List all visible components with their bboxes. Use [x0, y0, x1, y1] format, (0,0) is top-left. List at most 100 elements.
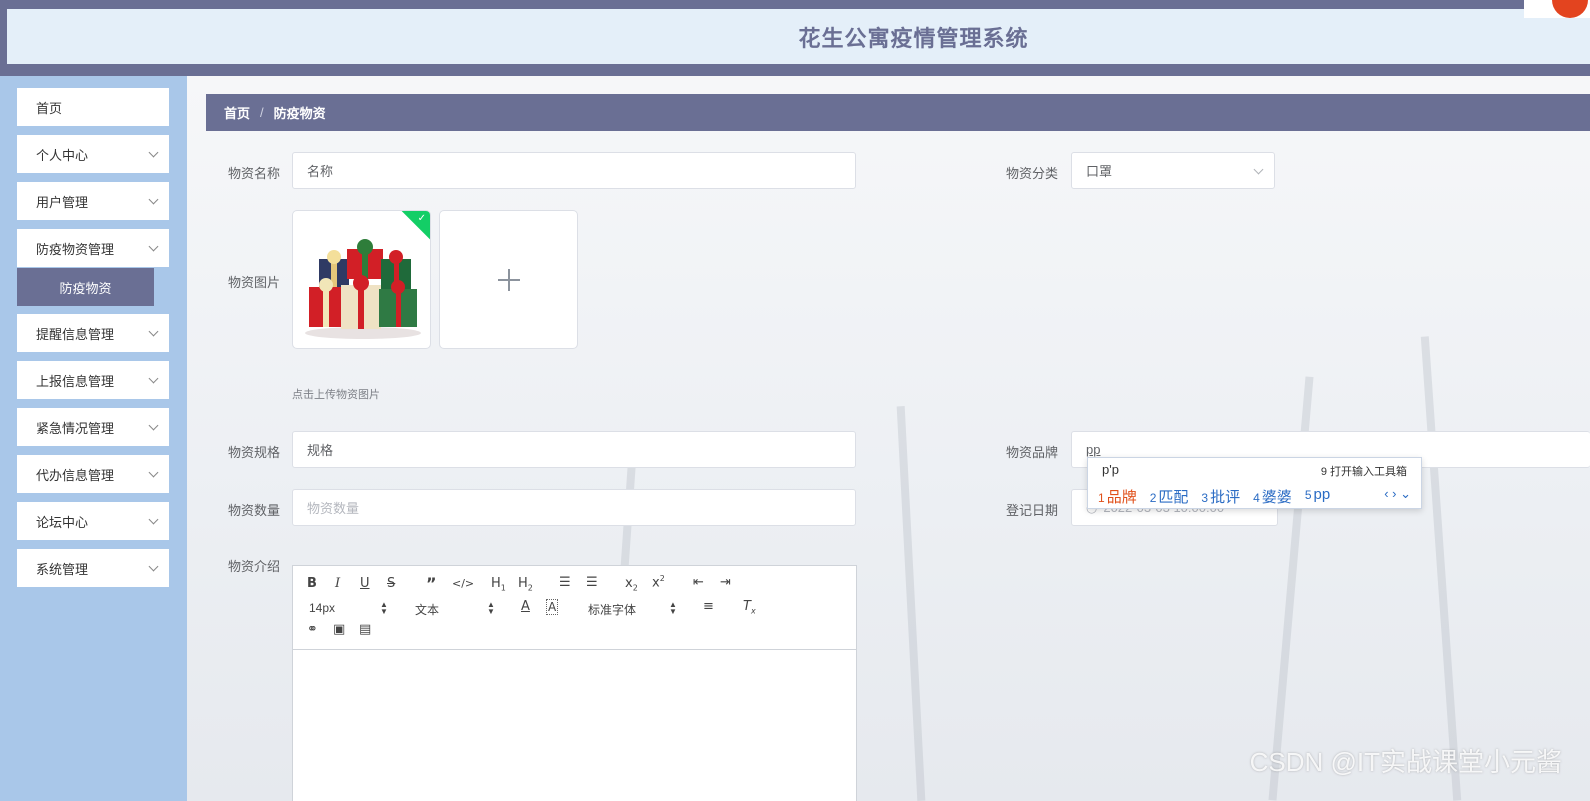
background-decoration — [1420, 336, 1462, 801]
chevron-down-icon — [148, 194, 159, 205]
chevron-down-icon — [148, 420, 159, 431]
brand-label: 物资品牌 — [1006, 445, 1059, 460]
background-decoration — [896, 406, 926, 801]
sidebar-item-label: 防疫物资管理 — [36, 241, 115, 257]
strike-icon[interactable]: S — [387, 576, 395, 591]
sidebar-item-user-management[interactable]: 用户管理 — [17, 182, 169, 220]
check-icon: ✓ — [417, 213, 426, 224]
sidebar-item-label: 紧急情况管理 — [36, 420, 115, 436]
indent-icon[interactable]: ⇥ — [720, 575, 731, 590]
chevron-down-icon — [148, 147, 159, 158]
h2-icon[interactable]: H2 — [518, 576, 533, 593]
updown-icon: ▲ ▼ — [487, 600, 495, 616]
chevron-down-icon — [1253, 164, 1264, 175]
watermark: CSDN @IT实战课堂小元酱 — [1249, 747, 1562, 777]
name-input[interactable]: 名称 — [292, 152, 856, 189]
name-label: 物资名称 — [228, 166, 281, 181]
breadcrumb-home[interactable]: 首页 — [224, 103, 250, 122]
ime-candidate[interactable]: 2 匹配 — [1150, 486, 1189, 507]
quantity-label: 物资数量 — [228, 503, 281, 518]
code-icon[interactable]: </> — [452, 577, 474, 590]
font-family-select[interactable]: 标准字体 — [588, 601, 636, 618]
uploaded-image-card[interactable]: ✓ — [292, 210, 431, 349]
chevron-down-icon — [148, 561, 159, 572]
ime-candidate[interactable]: 5 pp — [1305, 486, 1330, 507]
bold-icon[interactable]: B — [307, 576, 317, 591]
chevron-down-icon — [148, 514, 159, 525]
avatar-area[interactable] — [1524, 0, 1590, 18]
breadcrumb-separator: / — [260, 105, 264, 120]
gift-image — [305, 239, 421, 339]
ime-candidate-window: p'p 9 打开输入工具箱 1 品牌 2 匹配 3 批评 4 婆婆 5 pp ‹ › ⌄ — [1087, 457, 1422, 509]
ime-page-nav-icon[interactable]: ‹ › ⌄ — [1384, 486, 1411, 502]
chevron-down-icon — [148, 326, 159, 337]
outdent-icon[interactable]: ⇤ — [693, 575, 704, 590]
sidebar-item-label: 首页 — [36, 100, 63, 116]
sidebar-item-label: 论坛中心 — [36, 514, 89, 530]
sidebar-item-emergency-management[interactable]: 紧急情况管理 — [17, 408, 169, 446]
sidebar-item-system-management[interactable]: 系统管理 — [17, 549, 169, 587]
quantity-input[interactable]: 物资数量 — [292, 489, 856, 526]
background-color-icon[interactable]: A — [546, 599, 559, 615]
quote-icon[interactable]: ” — [426, 574, 437, 593]
sidebar-item-label: 代办信息管理 — [36, 467, 115, 483]
subscript-icon[interactable]: x2 — [625, 576, 638, 593]
sidebar-item-label: 系统管理 — [36, 561, 89, 577]
sidebar-item-report-management[interactable]: 上报信息管理 — [17, 361, 169, 399]
rich-text-editor[interactable]: B I U S ” </> H1 H2 ☰ ☰ x2 x2 ⇤ ⇥ 14px ▲… — [292, 565, 857, 801]
font-color-icon[interactable]: A — [521, 599, 530, 614]
sidebar-item-reminder-management[interactable]: 提醒信息管理 — [17, 314, 169, 352]
breadcrumb: 首页 / 防疫物资 — [206, 94, 1590, 131]
image-icon[interactable]: ▣ — [333, 622, 345, 637]
italic-icon[interactable]: I — [335, 576, 340, 591]
app-title: 花生公寓疫情管理系统 — [798, 25, 1029, 51]
updown-icon: ▲ ▼ — [669, 600, 677, 616]
align-icon[interactable]: ≡ — [703, 599, 714, 614]
category-label: 物资分类 — [1006, 166, 1059, 181]
ime-candidates: 1 品牌 2 匹配 3 批评 4 婆婆 5 pp — [1098, 486, 1330, 507]
video-icon[interactable]: ▤ — [359, 622, 371, 637]
header-title-box: 花生公寓疫情管理系统 — [7, 9, 1590, 64]
brand-value: pp — [1086, 442, 1101, 457]
header-bar: 花生公寓疫情管理系统 — [0, 0, 1590, 76]
superscript-icon[interactable]: x2 — [652, 574, 665, 590]
plus-icon — [498, 269, 520, 291]
block-format-select[interactable]: 文本 — [415, 601, 439, 618]
sidebar-subitem-label: 防疫物资 — [59, 280, 112, 296]
sidebar-item-forum[interactable]: 论坛中心 — [17, 502, 169, 540]
upload-image-button[interactable] — [439, 210, 578, 349]
category-value: 口罩 — [1086, 164, 1113, 179]
sidebar-item-home[interactable]: 首页 — [17, 88, 169, 126]
link-icon[interactable]: ⚭ — [307, 622, 318, 637]
h1-icon[interactable]: H1 — [491, 576, 506, 593]
sidebar-item-supplies-management[interactable]: 防疫物资管理 — [17, 229, 169, 267]
font-size-select[interactable]: 14px — [309, 601, 335, 615]
updown-icon: ▲ ▼ — [380, 600, 388, 616]
chevron-down-icon — [148, 467, 159, 478]
underline-icon[interactable]: U — [360, 576, 370, 591]
bullet-list-icon[interactable]: ☰ — [586, 575, 598, 590]
chevron-down-icon — [148, 241, 159, 252]
spec-input[interactable]: 规格 — [292, 431, 856, 468]
sidebar-item-label: 提醒信息管理 — [36, 326, 115, 342]
ime-candidate[interactable]: 4 婆婆 — [1253, 486, 1292, 507]
chevron-down-icon — [148, 373, 159, 384]
ordered-list-icon[interactable]: ☰ — [559, 575, 571, 590]
clear-format-icon[interactable]: Tx — [743, 599, 756, 616]
editor-toolbar: B I U S ” </> H1 H2 ☰ ☰ x2 x2 ⇤ ⇥ 14px ▲… — [293, 566, 856, 650]
ime-candidate[interactable]: 3 批评 — [1201, 486, 1240, 507]
upload-hint: 点击上传物资图片 — [292, 389, 380, 401]
sidebar-item-label: 上报信息管理 — [36, 373, 115, 389]
name-value: 名称 — [307, 164, 334, 179]
spec-label: 物资规格 — [228, 445, 281, 460]
avatar[interactable] — [1552, 0, 1588, 18]
sidebar-item-personal-center[interactable]: 个人中心 — [17, 135, 169, 173]
sidebar-subitem-supplies[interactable]: 防疫物资 — [17, 268, 154, 306]
ime-composition: p'p — [1102, 462, 1119, 477]
ime-candidate[interactable]: 1 品牌 — [1098, 486, 1137, 507]
sidebar-item-label: 用户管理 — [36, 194, 89, 210]
category-select[interactable]: 口罩 — [1071, 152, 1275, 189]
spec-value: 规格 — [307, 443, 334, 458]
ime-toolbox-hint[interactable]: 9 打开输入工具箱 — [1321, 463, 1407, 479]
sidebar-item-todo-management[interactable]: 代办信息管理 — [17, 455, 169, 493]
